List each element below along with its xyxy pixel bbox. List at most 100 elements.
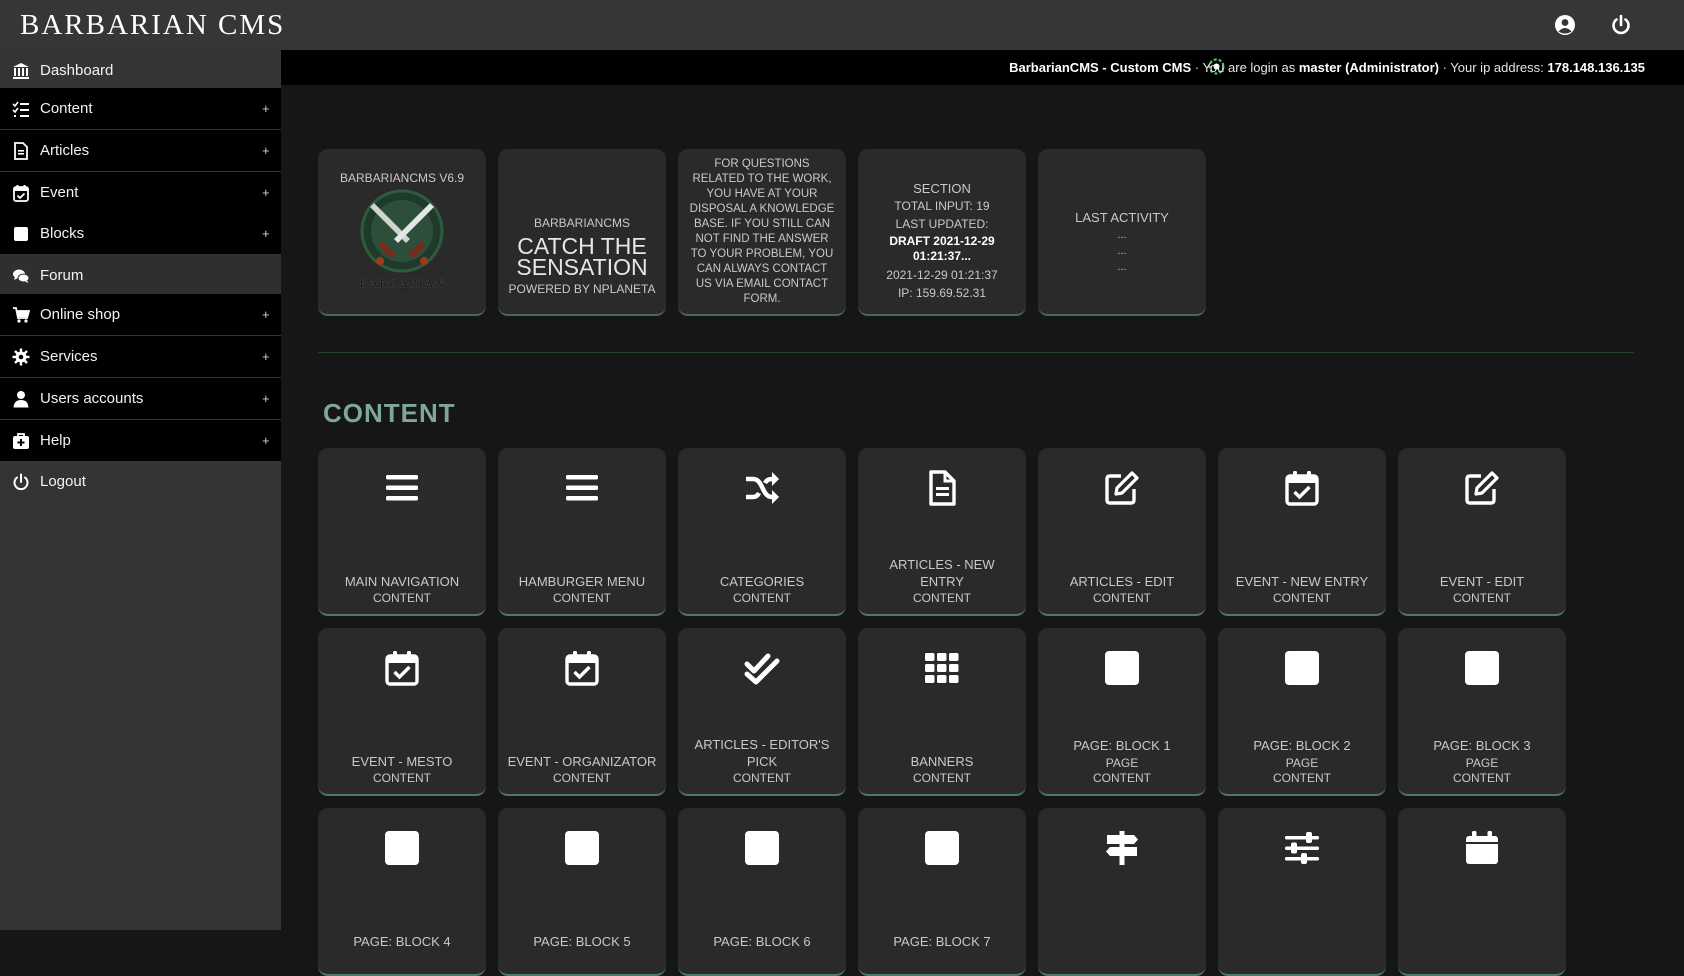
version-title: BARBARIANCMS V6.9 bbox=[339, 170, 465, 185]
app-logo[interactable]: BARBARIAN CMS bbox=[20, 9, 285, 42]
status-ip-prefix: · Your ip address: bbox=[1438, 60, 1548, 75]
content-tile[interactable]: EVENT - EDIT CONTENT bbox=[1398, 448, 1566, 616]
content-tile[interactable] bbox=[1218, 808, 1386, 976]
content-tile[interactable]: BANNERS CONTENT bbox=[858, 628, 1026, 796]
sidebar-item-label: Forum bbox=[40, 267, 84, 284]
expand-plus-icon[interactable]: + bbox=[262, 185, 270, 200]
square-icon bbox=[1284, 650, 1320, 686]
top-bar: BARBARIAN CMS bbox=[0, 0, 1684, 50]
tile-label: CATEGORIES bbox=[719, 574, 805, 589]
bars-icon bbox=[564, 470, 600, 506]
content-tile[interactable]: PAGE: BLOCK 3 PAGE CONTENT bbox=[1398, 628, 1566, 796]
expand-plus-icon[interactable]: + bbox=[262, 143, 270, 158]
status-ip: 178.148.136.135 bbox=[1547, 60, 1645, 75]
square-icon bbox=[1104, 650, 1140, 686]
sidebar-item-help[interactable]: Help + bbox=[0, 420, 281, 461]
user-icon bbox=[12, 390, 30, 408]
sidebar-item-content[interactable]: Content + bbox=[0, 88, 281, 129]
expand-plus-icon[interactable]: + bbox=[262, 391, 270, 406]
tile-sublabel: CONTENT bbox=[1273, 591, 1331, 605]
content-tile[interactable]: PAGE: BLOCK 4 bbox=[318, 808, 486, 976]
sidebar-item-forum[interactable]: Forum bbox=[0, 255, 281, 296]
power-icon[interactable] bbox=[1610, 14, 1632, 36]
status-text: BarbarianCMS - Custom CMS · You are logi… bbox=[1009, 60, 1645, 75]
status-user: master (Administrator) bbox=[1298, 60, 1439, 75]
activity-line: ... bbox=[1117, 245, 1127, 257]
list-check-icon bbox=[12, 100, 30, 118]
tile-sublabel: PAGE CONTENT bbox=[1093, 756, 1151, 785]
content-tile[interactable]: ARTICLES - NEW ENTRY CONTENT bbox=[858, 448, 1026, 616]
expand-plus-icon[interactable]: + bbox=[262, 307, 270, 322]
content-tile[interactable]: MAIN NAVIGATION CONTENT bbox=[318, 448, 486, 616]
sidebar-item-logout[interactable]: Logout bbox=[0, 461, 281, 502]
tile-label: PAGE: BLOCK 7 bbox=[893, 934, 991, 949]
content-tile[interactable]: PAGE: BLOCK 5 bbox=[498, 808, 666, 976]
content-tile[interactable]: EVENT - ORGANIZATOR CONTENT bbox=[498, 628, 666, 796]
content-tile[interactable]: EVENT - NEW ENTRY CONTENT bbox=[1218, 448, 1386, 616]
sidebar-item-users-accounts[interactable]: Users accounts + bbox=[0, 378, 281, 419]
sidebar-item-services[interactable]: Services + bbox=[0, 336, 281, 377]
square-icon bbox=[924, 830, 960, 866]
activity-card: LAST ACTIVITY ... ... ... bbox=[1038, 149, 1206, 316]
expand-plus-icon[interactable]: + bbox=[262, 101, 270, 116]
expand-plus-icon[interactable]: + bbox=[262, 226, 270, 241]
tile-label: PAGE: BLOCK 5 bbox=[533, 934, 631, 949]
square-icon bbox=[564, 830, 600, 866]
tile-label: PAGE: BLOCK 3 bbox=[1433, 738, 1531, 753]
content-tile[interactable]: ARTICLES - EDIT CONTENT bbox=[1038, 448, 1206, 616]
sidebar-item-articles[interactable]: Articles + bbox=[0, 130, 281, 171]
content-tile[interactable]: CATEGORIES CONTENT bbox=[678, 448, 846, 616]
tile-sublabel: CONTENT bbox=[1093, 591, 1151, 605]
content-tile[interactable]: HAMBURGER MENU CONTENT bbox=[498, 448, 666, 616]
content-tile[interactable]: ARTICLES - EDITOR'S PICK CONTENT bbox=[678, 628, 846, 796]
tile-label: EVENT - EDIT bbox=[1439, 574, 1525, 589]
signs-icon bbox=[1104, 830, 1140, 866]
power-icon bbox=[12, 473, 30, 491]
version-card: BARBARIANCMS V6.9 BARBARIAN CMS bbox=[318, 149, 486, 316]
document-icon bbox=[12, 141, 30, 160]
sidebar-item-label: Content bbox=[40, 100, 93, 117]
sidebar-item-dashboard[interactable]: Dashboard bbox=[0, 50, 281, 91]
tile-label: PAGE: BLOCK 2 bbox=[1253, 738, 1351, 753]
sidebar-item-label: Users accounts bbox=[40, 390, 144, 407]
content-tile[interactable]: PAGE: BLOCK 1 PAGE CONTENT bbox=[1038, 628, 1206, 796]
edit-icon bbox=[1464, 470, 1500, 506]
sidebar-item-blocks[interactable]: Blocks + bbox=[0, 213, 281, 254]
sidebar-item-event[interactable]: Event + bbox=[0, 172, 281, 213]
comments-icon bbox=[12, 267, 30, 285]
section-draft[interactable]: DRAFT 2021-12-29 01:21:37... bbox=[882, 234, 1002, 264]
double-check-icon bbox=[744, 650, 780, 686]
tile-sublabel: CONTENT bbox=[733, 591, 791, 605]
sidebar-item-label: Articles bbox=[40, 142, 90, 159]
expand-plus-icon[interactable]: + bbox=[262, 433, 270, 448]
content-tile[interactable] bbox=[1038, 808, 1206, 976]
content-tile[interactable] bbox=[1398, 808, 1566, 976]
sidebar-item-label: Event bbox=[40, 184, 79, 201]
bars-icon bbox=[384, 470, 420, 506]
square-icon bbox=[1464, 650, 1500, 686]
tile-sublabel: CONTENT bbox=[913, 771, 971, 785]
tile-label: PAGE: BLOCK 4 bbox=[353, 934, 451, 949]
content-tile[interactable]: PAGE: BLOCK 6 bbox=[678, 808, 846, 976]
sidebar-item-label: Online shop bbox=[40, 306, 121, 323]
bank-icon bbox=[12, 62, 30, 80]
tile-sublabel: CONTENT bbox=[733, 771, 791, 785]
sidebar-item-online-shop[interactable]: Online shop + bbox=[0, 294, 281, 335]
square-icon bbox=[744, 830, 780, 866]
tile-label: EVENT - MESTO bbox=[351, 754, 453, 769]
content-tile[interactable]: PAGE: BLOCK 7 bbox=[858, 808, 1026, 976]
section-card: SECTION TOTAL INPUT: 19 LAST UPDATED: DR… bbox=[858, 149, 1026, 316]
expand-plus-icon[interactable]: + bbox=[262, 349, 270, 364]
file-lines-icon bbox=[924, 470, 960, 506]
activity-line: ... bbox=[1117, 261, 1127, 273]
sliders-icon bbox=[1284, 830, 1320, 866]
content-tile[interactable]: EVENT - MESTO CONTENT bbox=[318, 628, 486, 796]
calendar-check-icon bbox=[564, 650, 600, 686]
tile-label: HAMBURGER MENU bbox=[518, 574, 646, 589]
content-tile[interactable]: PAGE: BLOCK 2 PAGE CONTENT bbox=[1218, 628, 1386, 796]
section-divider bbox=[318, 352, 1634, 353]
user-icon[interactable] bbox=[1554, 14, 1576, 36]
barbarian-logo: BARBARIAN CMS bbox=[354, 189, 450, 294]
activity-title: LAST ACTIVITY bbox=[1075, 210, 1169, 225]
sidebar: Dashboard Content + Articles + Event + Blocks + F… bbox=[0, 50, 281, 930]
